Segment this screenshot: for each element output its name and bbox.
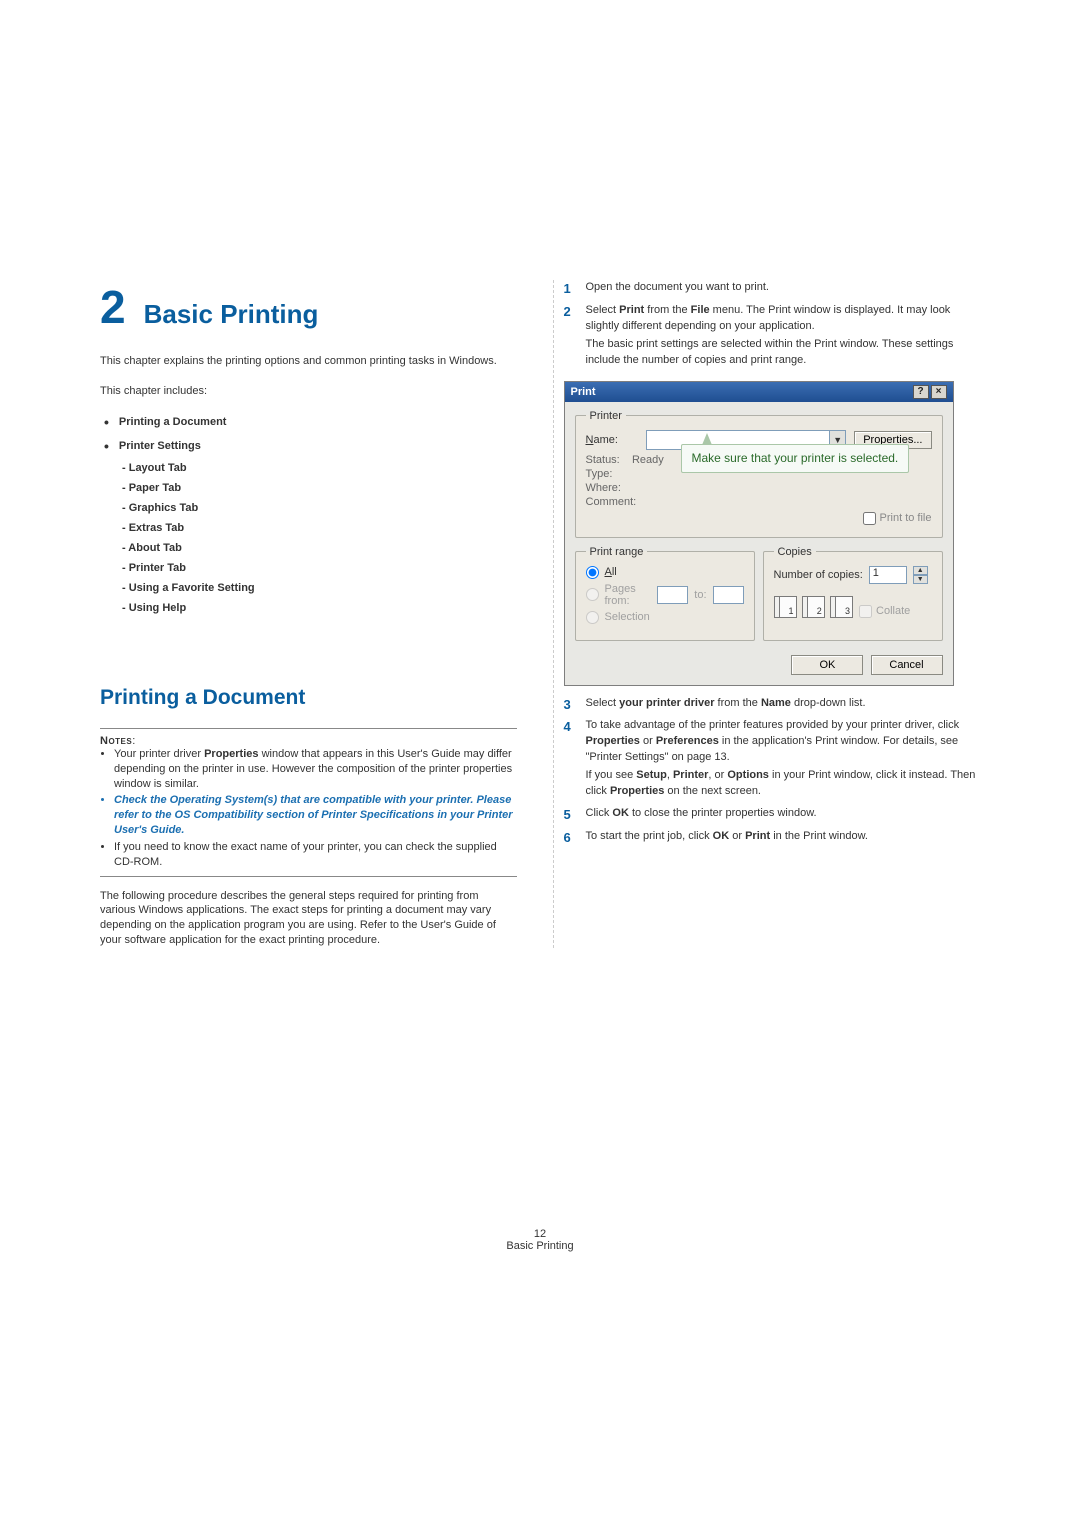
print-to-file-row: Print to file (586, 512, 932, 525)
radio-selection-row: Selection (586, 611, 744, 624)
copies-spinner[interactable]: ▲ ▼ (913, 566, 928, 584)
print-to-file-checkbox[interactable] (863, 512, 876, 525)
step-num: 4 (564, 718, 576, 802)
step-6: 6 To start the print job, click OK or Pr… (564, 829, 981, 848)
intro-paragraph-1: This chapter explains the printing optio… (100, 354, 517, 370)
status-label: Status: (586, 454, 620, 466)
right-column: 1 Open the document you want to print. 2… (553, 280, 981, 948)
toc-list: Printing a Document Printer Settings (100, 414, 517, 454)
intro-paragraph-2: This chapter includes: (100, 384, 517, 400)
dialog-body: Printer Name: ▼ Properties... Make sure (565, 402, 953, 685)
step-3: 3 Select your printer driver from the Na… (564, 696, 981, 715)
step-body: Select Print from the File menu. The Pri… (586, 303, 981, 371)
print-dialog-container: Print ? × Printer Name: ▼ (564, 381, 981, 686)
radio-selection (586, 611, 599, 624)
print-dialog: Print ? × Printer Name: ▼ (564, 381, 954, 686)
note-3: If you need to know the exact name of yo… (114, 840, 517, 870)
chapter-header: 2 Basic Printing (100, 280, 517, 334)
page-number: 12 (100, 1228, 980, 1240)
ok-button[interactable]: OK (791, 655, 863, 675)
chapter-number: 2 (100, 280, 126, 334)
chapter-title: Basic Printing (144, 299, 319, 330)
step-num: 6 (564, 829, 576, 848)
step-4: 4 To take advantage of the printer featu… (564, 718, 981, 802)
radio-pages (586, 588, 599, 601)
pages-to-input (713, 586, 744, 604)
spinner-up-icon[interactable]: ▲ (913, 566, 928, 575)
section-heading: Printing a Document (100, 686, 517, 710)
left-column: 2 Basic Printing This chapter explains t… (100, 280, 517, 948)
toc-item-printer-settings[interactable]: Printer Settings (104, 438, 517, 454)
collate-checkbox (859, 605, 872, 618)
status-value: Ready (632, 454, 664, 466)
print-range-fieldset: Print range All Pages from: to: (575, 546, 755, 641)
step-1: 1 Open the document you want to print. (564, 280, 981, 299)
radio-pages-row: Pages from: to: (586, 583, 744, 607)
toc-sub-extras[interactable]: - Extras Tab (122, 522, 517, 534)
notes-top-rule (100, 728, 517, 729)
dialog-titlebar[interactable]: Print ? × (565, 382, 953, 402)
toc-sublist: - Layout Tab - Paper Tab - Graphics Tab … (100, 462, 517, 614)
toc-sub-graphics[interactable]: - Graphics Tab (122, 502, 517, 514)
print-range-legend: Print range (586, 546, 648, 558)
printer-legend: Printer (586, 410, 626, 422)
toc-sub-about[interactable]: - About Tab (122, 542, 517, 554)
where-label: Where: (586, 482, 932, 494)
step-num: 3 (564, 696, 576, 715)
toc-sub-help[interactable]: - Using Help (122, 602, 517, 614)
copies-legend: Copies (774, 546, 816, 558)
range-copies-row: Print range All Pages from: to: (575, 546, 943, 649)
num-copies-row: Number of copies: 1 ▲ ▼ (774, 566, 932, 584)
num-copies-label: Number of copies: (774, 569, 863, 581)
notes-label-row: Notes: (100, 735, 517, 747)
pages-from-input (657, 586, 688, 604)
collate-row: 1 1 2 2 3 3 (774, 588, 932, 618)
radio-all-row: All (586, 566, 744, 579)
toc-sub-favorite[interactable]: - Using a Favorite Setting (122, 582, 517, 594)
step-num: 5 (564, 806, 576, 825)
collate-pages-icon: 1 1 2 2 3 3 (774, 596, 850, 618)
step-num: 2 (564, 303, 576, 371)
toc-sub-printer[interactable]: - Printer Tab (122, 562, 517, 574)
toc-sub-paper[interactable]: - Paper Tab (122, 482, 517, 494)
notes-label: Notes (100, 735, 132, 747)
callout-arrow-icon (702, 433, 712, 445)
note-2-compatibility: Check the Operating System(s) that are c… (114, 793, 517, 838)
footer-section: Basic Printing (100, 1240, 980, 1252)
printer-fieldset: Printer Name: ▼ Properties... Make sure (575, 410, 943, 538)
step-body: Open the document you want to print. (586, 280, 981, 299)
dialog-button-row: OK Cancel (575, 655, 943, 675)
dialog-title: Print (571, 386, 596, 398)
radio-all[interactable] (586, 566, 599, 579)
name-label: Name: (586, 434, 638, 446)
step-2: 2 Select Print from the File menu. The P… (564, 303, 981, 371)
note-1: Your printer driver Properties window th… (114, 747, 517, 792)
toc-sub-layout[interactable]: - Layout Tab (122, 462, 517, 474)
copies-fieldset: Copies Number of copies: 1 ▲ ▼ (763, 546, 943, 641)
notes-list: Your printer driver Properties window th… (100, 747, 517, 870)
title-controls: ? × (913, 385, 947, 399)
comment-label: Comment: (586, 496, 932, 508)
num-copies-input[interactable]: 1 (869, 566, 907, 584)
toc-item-printing-doc[interactable]: Printing a Document (104, 414, 517, 430)
steps-list-cont: 3 Select your printer driver from the Na… (564, 696, 981, 848)
steps-list: 1 Open the document you want to print. 2… (564, 280, 981, 371)
spinner-down-icon[interactable]: ▼ (913, 575, 928, 584)
close-title-button[interactable]: × (931, 385, 947, 399)
help-title-button[interactable]: ? (913, 385, 929, 399)
step-5: 5 Click OK to close the printer properti… (564, 806, 981, 825)
body-paragraph: The following procedure describes the ge… (100, 889, 517, 948)
page-footer: 12 Basic Printing (100, 1228, 980, 1252)
printer-callout: Make sure that your printer is selected. (681, 444, 910, 474)
step-num: 1 (564, 280, 576, 299)
notes-bottom-rule (100, 876, 517, 877)
cancel-button[interactable]: Cancel (871, 655, 943, 675)
